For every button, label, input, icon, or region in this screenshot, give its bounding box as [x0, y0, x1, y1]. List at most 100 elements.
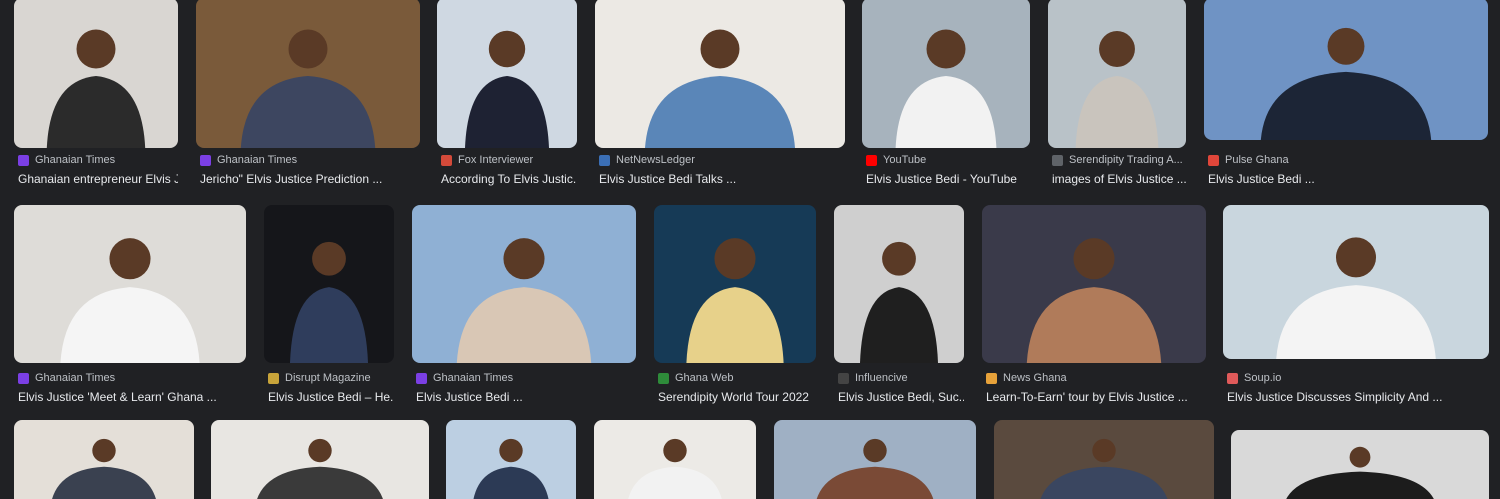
result-source[interactable]: Fox Interviewer [458, 154, 533, 166]
result-thumbnail[interactable] [654, 205, 816, 363]
result-title[interactable]: Elvis Justice Bedi ... [1208, 172, 1488, 186]
result-source[interactable]: Ghanaian Times [433, 372, 513, 384]
image-result[interactable]: Pulse Ghana Elvis Justice Bedi ... [1204, 0, 1488, 188]
ghanaweb-icon [658, 372, 669, 384]
person-head-shape [863, 438, 887, 463]
image-result[interactable]: News Ghana Learn-To-Earn' tour by Elvis … [982, 205, 1206, 405]
image-result[interactable]: Influencive Elvis Justice Bedi, Suc... [834, 205, 964, 405]
person-body-shape [1026, 287, 1162, 363]
result-thumbnail[interactable] [1223, 205, 1489, 359]
image-result[interactable]: Serendipity Trading A... images of Elvis… [1048, 0, 1186, 188]
image-result[interactable]: Disrupt Magazine Elvis Justice Bedi – He… [264, 205, 394, 405]
result-source[interactable]: Ghanaian Times [35, 372, 115, 384]
person-head-shape [1327, 27, 1365, 65]
result-source[interactable]: Soup.io [1244, 372, 1281, 384]
image-result[interactable]: YouTube Elvis Justice Bedi - YouTube [862, 0, 1030, 188]
person-head-shape [882, 241, 916, 276]
person-head-shape [308, 438, 332, 463]
image-result[interactable]: Ghana Web Serendipity World Tour 2022 [654, 205, 816, 405]
photo-placeholder [1260, 27, 1432, 140]
person-body-shape [1075, 76, 1159, 148]
photo-placeholder [60, 238, 200, 363]
result-source[interactable]: NetNewsLedger [616, 154, 695, 166]
result-thumbnail[interactable] [446, 420, 576, 499]
result-thumbnail[interactable] [437, 0, 577, 148]
image-result[interactable]: Ghanaian Times Jericho" Elvis Justice Pr… [196, 0, 420, 188]
person-head-shape [503, 238, 545, 280]
image-result[interactable]: Ghanaian Times Ghanaian entrepreneur Elv… [14, 0, 178, 188]
result-title[interactable]: Jericho" Elvis Justice Prediction ... [200, 172, 420, 186]
photo-placeholder [895, 29, 997, 148]
result-thumbnail[interactable] [1231, 430, 1489, 499]
image-result[interactable]: Ghanaian Times Elvis Justice Bedi ... [412, 205, 636, 405]
result-source[interactable]: Serendipity Trading A... [1069, 154, 1183, 166]
result-title[interactable]: Elvis Justice Discusses Simplicity And .… [1227, 390, 1489, 404]
image-result[interactable] [994, 420, 1214, 499]
result-source[interactable]: Ghana Web [675, 372, 734, 384]
pulse-ghana-icon [1208, 154, 1219, 166]
result-source[interactable]: Disrupt Magazine [285, 372, 371, 384]
person-body-shape [52, 466, 156, 499]
result-thumbnail[interactable] [594, 420, 756, 499]
image-result[interactable]: Ghanaian Times Elvis Justice 'Meet & Lea… [14, 205, 246, 405]
person-head-shape [499, 438, 523, 463]
result-title[interactable]: Elvis Justice Bedi Talks ... [599, 172, 845, 186]
result-source[interactable]: Ghanaian Times [217, 154, 297, 166]
person-body-shape [645, 76, 795, 148]
person-body-shape [895, 76, 997, 148]
image-result[interactable] [774, 420, 976, 499]
result-title[interactable]: Learn-To-Earn' tour by Elvis Justice ... [986, 390, 1206, 404]
result-thumbnail[interactable] [834, 205, 964, 363]
netnewsledger-icon [599, 154, 610, 166]
result-thumbnail[interactable] [14, 0, 178, 148]
photo-placeholder [46, 29, 146, 148]
result-source[interactable]: Pulse Ghana [1225, 154, 1289, 166]
photo-placeholder [860, 241, 938, 363]
serendipity-icon [1052, 154, 1063, 166]
result-thumbnail[interactable] [982, 205, 1206, 363]
result-title[interactable]: Elvis Justice Bedi, Suc... [838, 390, 964, 404]
image-result[interactable]: Fox Interviewer According To Elvis Justi… [437, 0, 577, 188]
result-thumbnail[interactable] [994, 420, 1214, 499]
result-source[interactable]: Ghanaian Times [35, 154, 115, 166]
image-result[interactable] [211, 420, 429, 499]
ghanaian-times-icon [416, 372, 427, 384]
person-head-shape [312, 241, 346, 276]
result-title[interactable]: Elvis Justice Bedi – He... [268, 390, 394, 404]
result-title[interactable]: Elvis Justice Bedi ... [416, 390, 636, 404]
result-thumbnail[interactable] [412, 205, 636, 363]
result-thumbnail[interactable] [196, 0, 420, 148]
image-result[interactable] [594, 420, 756, 499]
result-thumbnail[interactable] [1204, 0, 1488, 140]
result-source[interactable]: Influencive [855, 372, 908, 384]
result-thumbnail[interactable] [264, 205, 394, 363]
soup-icon [1227, 372, 1238, 384]
result-thumbnail[interactable] [595, 0, 845, 148]
photo-placeholder [1026, 238, 1162, 363]
result-title[interactable]: Elvis Justice Bedi - YouTube [866, 172, 1030, 186]
image-result[interactable] [14, 420, 194, 499]
result-thumbnail[interactable] [14, 205, 246, 363]
result-thumbnail[interactable] [1048, 0, 1186, 148]
influencive-icon [838, 372, 849, 384]
photo-placeholder [240, 29, 376, 148]
person-body-shape [240, 76, 376, 148]
image-result[interactable] [446, 420, 576, 499]
result-title[interactable]: images of Elvis Justice ... [1052, 172, 1186, 186]
youtube-icon [866, 154, 877, 166]
result-thumbnail[interactable] [862, 0, 1030, 148]
result-title[interactable]: Elvis Justice 'Meet & Learn' Ghana ... [18, 390, 246, 404]
person-head-shape [700, 29, 740, 69]
result-title[interactable]: Ghanaian entrepreneur Elvis J... [18, 172, 178, 186]
result-title[interactable]: Serendipity World Tour 2022 [658, 390, 816, 404]
image-result[interactable]: NetNewsLedger Elvis Justice Bedi Talks .… [595, 0, 845, 188]
result-thumbnail[interactable] [774, 420, 976, 499]
image-result[interactable]: Soup.io Elvis Justice Discusses Simplici… [1223, 205, 1489, 405]
result-thumbnail[interactable] [211, 420, 429, 499]
photo-placeholder [816, 438, 934, 499]
image-result[interactable] [1231, 430, 1489, 499]
result-title[interactable]: According To Elvis Justic... [441, 172, 577, 186]
result-source[interactable]: News Ghana [1003, 372, 1067, 384]
result-thumbnail[interactable] [14, 420, 194, 499]
result-source[interactable]: YouTube [883, 154, 926, 166]
